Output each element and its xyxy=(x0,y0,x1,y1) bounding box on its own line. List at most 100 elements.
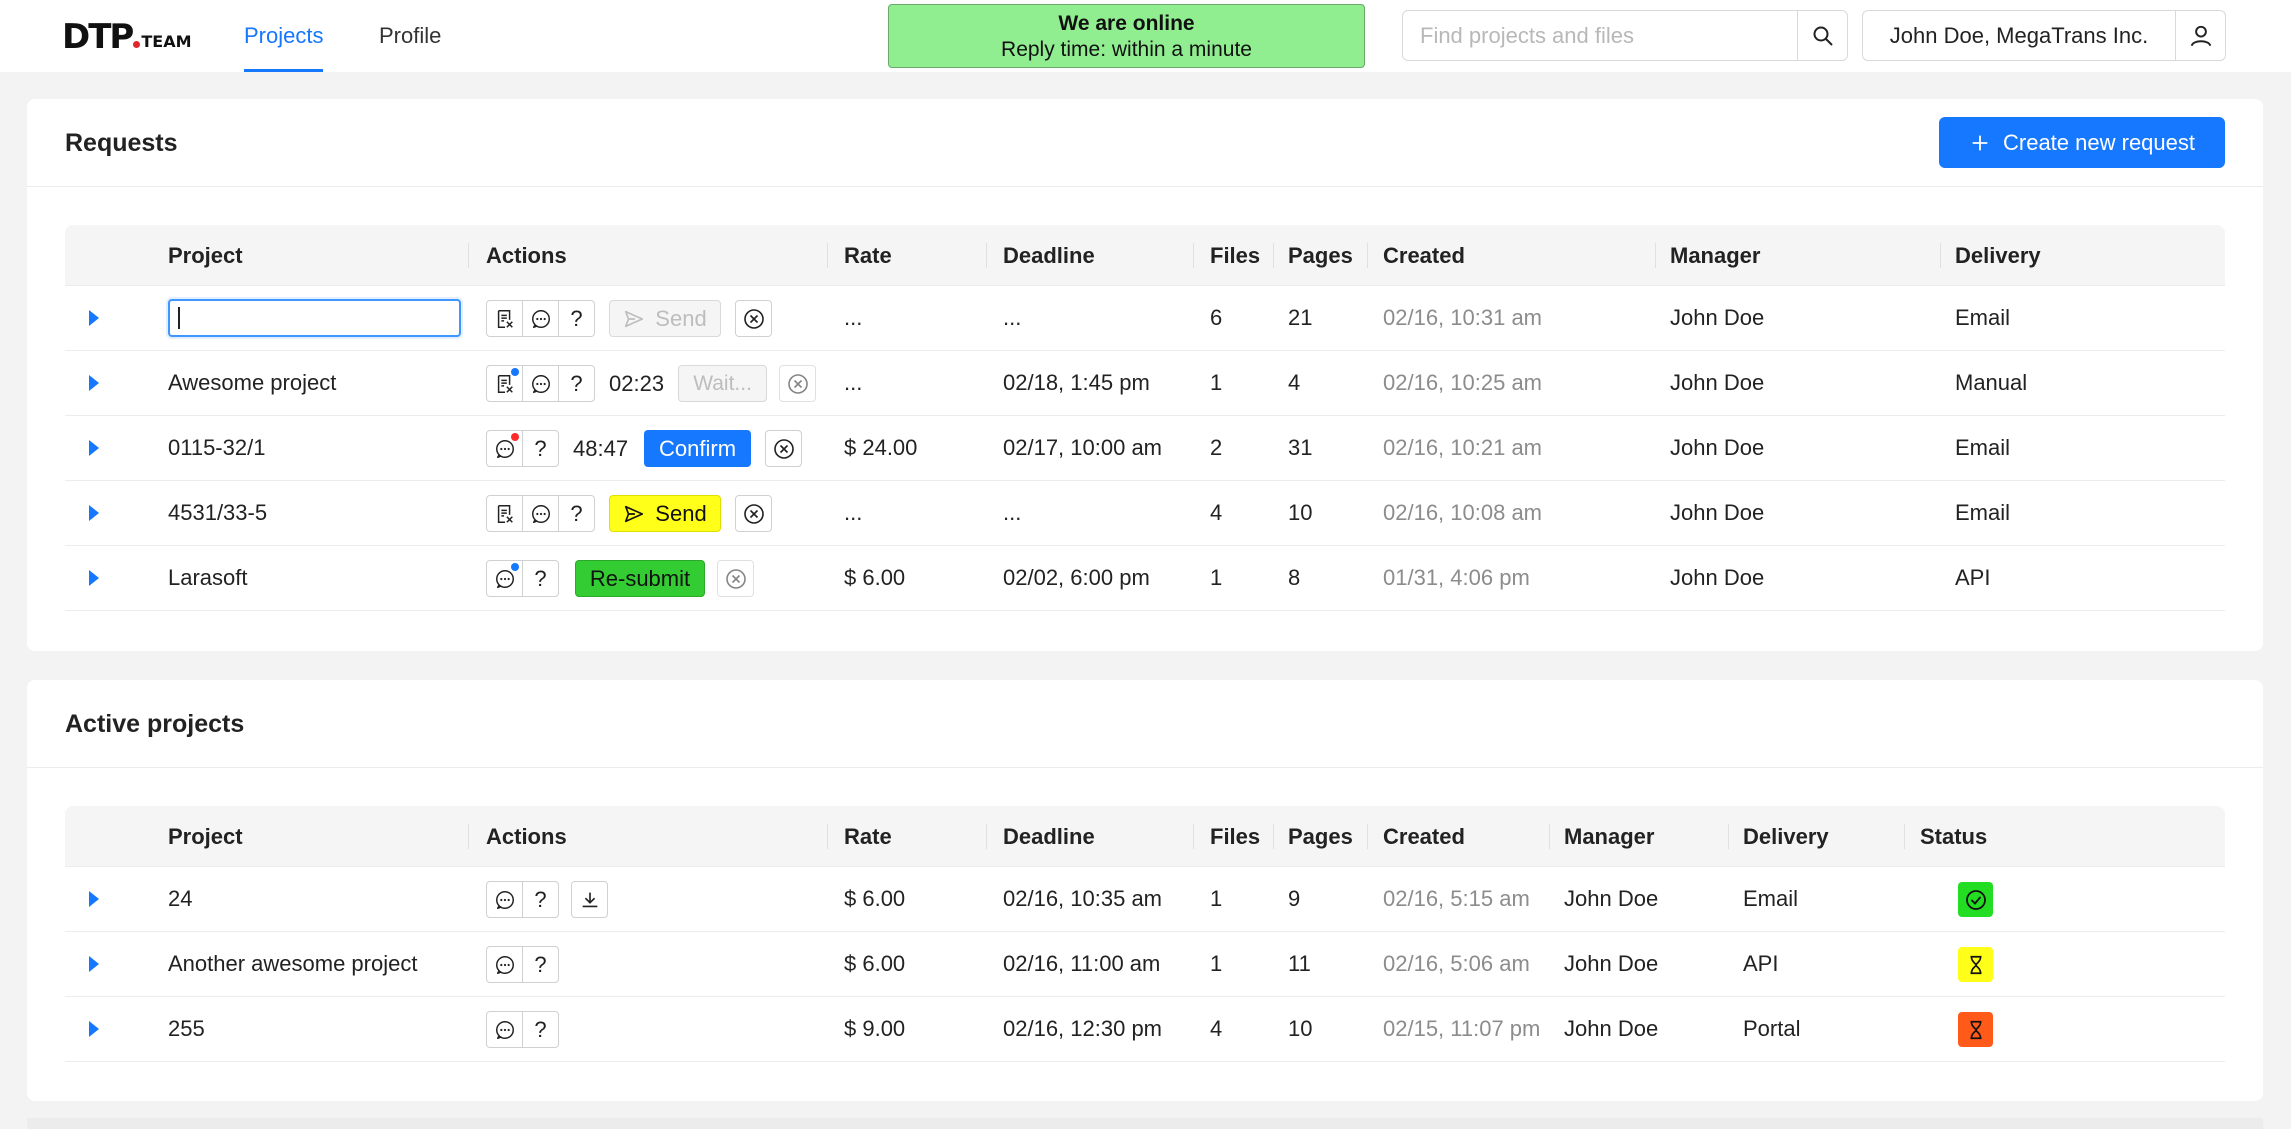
chat-button[interactable] xyxy=(522,300,559,337)
send-button[interactable]: Send xyxy=(609,495,721,532)
help-button[interactable]: ? xyxy=(522,881,559,918)
project-name[interactable]: Another awesome project xyxy=(168,932,417,996)
download-button[interactable] xyxy=(571,881,608,918)
chat-button[interactable] xyxy=(486,946,523,983)
pages-cell: 10 xyxy=(1288,1016,1313,1041)
user-name[interactable]: John Doe, MegaTrans Inc. xyxy=(1863,11,2175,60)
expand-row-icon[interactable] xyxy=(89,1021,99,1037)
confirm-button[interactable]: Confirm xyxy=(644,430,752,467)
hourglass-icon xyxy=(1965,954,1987,976)
row-actions: ? xyxy=(486,946,559,983)
row-actions: ? xyxy=(486,1011,559,1048)
chat-icon xyxy=(530,373,552,395)
chat-button[interactable] xyxy=(486,881,523,918)
chat-button[interactable] xyxy=(486,560,523,597)
expand-row-icon[interactable] xyxy=(89,440,99,456)
active-table-header: Project Actions Rate Deadline Files Page… xyxy=(65,806,2225,867)
action-icon-group: ? xyxy=(486,495,595,532)
logo[interactable]: DTP TEAM xyxy=(62,18,192,54)
cancel-button[interactable] xyxy=(735,495,772,532)
files-button[interactable] xyxy=(486,300,523,337)
expand-row-icon[interactable] xyxy=(89,891,99,907)
manager-cell: John Doe xyxy=(1670,565,1765,590)
action-icon-group: ? xyxy=(486,881,559,918)
requests-card-header: Requests Create new request xyxy=(27,99,2263,187)
document-icon xyxy=(494,373,516,395)
expand-row-icon[interactable] xyxy=(89,310,99,326)
resubmit-label: Re-submit xyxy=(589,565,691,591)
help-button[interactable]: ? xyxy=(558,365,595,402)
files-cell: 2 xyxy=(1210,435,1223,460)
delivery-cell: Email xyxy=(1743,886,1799,911)
pages-cell: 11 xyxy=(1288,951,1311,976)
cancel-button[interactable] xyxy=(735,300,772,337)
action-icon-group: ? xyxy=(486,1011,559,1048)
search-button[interactable] xyxy=(1797,11,1847,60)
cancel-button[interactable] xyxy=(779,365,817,402)
close-circle-icon xyxy=(742,502,766,526)
send-button[interactable]: Send xyxy=(609,300,721,337)
files-button[interactable] xyxy=(486,365,523,402)
col-divider xyxy=(1273,243,1274,268)
created-cell: 02/16, 10:31 am xyxy=(1383,305,1543,330)
chat-icon xyxy=(494,568,516,590)
help-button[interactable]: ? xyxy=(558,300,595,337)
resubmit-button[interactable]: Re-submit xyxy=(575,560,705,597)
col-project: Project xyxy=(168,243,243,268)
tab-projects[interactable]: Projects xyxy=(244,0,324,72)
project-name[interactable]: 24 xyxy=(168,867,192,931)
col-deadline: Deadline xyxy=(1003,824,1095,849)
project-name[interactable]: Awesome project xyxy=(168,351,336,415)
help-button[interactable]: ? xyxy=(522,1011,559,1048)
action-icon-group: ? xyxy=(486,365,595,402)
chat-button[interactable] xyxy=(486,430,523,467)
col-divider xyxy=(1273,824,1274,849)
deadline-cell: 02/02, 6:00 pm xyxy=(1003,565,1150,590)
deadline-cell: ... xyxy=(1003,500,1022,525)
close-circle-icon xyxy=(724,567,748,591)
expand-row-icon[interactable] xyxy=(89,570,99,586)
table-row: 0115-32/1 ? 48:47 Confirm $ 24.00 02/17,… xyxy=(65,416,2225,481)
help-button[interactable]: ? xyxy=(522,946,559,983)
help-button[interactable]: ? xyxy=(558,495,595,532)
user-menu: John Doe, MegaTrans Inc. xyxy=(1862,10,2226,61)
question-icon: ? xyxy=(534,435,547,461)
col-divider xyxy=(827,243,828,268)
cancel-button[interactable] xyxy=(765,430,803,467)
help-button[interactable]: ? xyxy=(522,560,559,597)
chat-button[interactable] xyxy=(486,1011,523,1048)
cancel-button[interactable] xyxy=(717,560,754,597)
project-name-input[interactable] xyxy=(168,299,461,337)
chat-button[interactable] xyxy=(522,365,559,402)
notification-dot xyxy=(511,563,519,571)
project-name[interactable]: 255 xyxy=(168,997,205,1061)
deadline-cell: ... xyxy=(1003,305,1022,330)
wait-button[interactable]: Wait... xyxy=(678,365,768,402)
created-cell: 02/16, 5:15 am xyxy=(1383,886,1530,911)
col-divider xyxy=(986,243,987,268)
help-button[interactable]: ? xyxy=(522,430,559,467)
delivery-cell: Manual xyxy=(1955,370,2028,395)
project-name[interactable]: 0115-32/1 xyxy=(168,416,265,480)
chat-button[interactable] xyxy=(522,495,559,532)
col-files: Files xyxy=(1210,824,1261,849)
create-request-label: Create new request xyxy=(2003,129,2195,155)
create-request-button[interactable]: Create new request xyxy=(1939,117,2225,168)
expand-row-icon[interactable] xyxy=(89,956,99,972)
tab-profile[interactable]: Profile xyxy=(379,0,441,72)
expand-row-icon[interactable] xyxy=(89,505,99,521)
delivery-cell: Portal xyxy=(1743,1016,1801,1041)
expand-row-icon[interactable] xyxy=(89,375,99,391)
table-row: Larasoft ? Re-submit $ 6.00 02/02, 6:00 … xyxy=(65,546,2225,611)
project-name[interactable]: 4531/33-5 xyxy=(168,481,267,545)
online-status-banner[interactable]: We are online Reply time: within a minut… xyxy=(888,4,1365,68)
created-cell: 02/15, 11:07 pm xyxy=(1383,1016,1541,1041)
col-divider xyxy=(1193,243,1194,268)
col-status: Status xyxy=(1920,824,1988,849)
search-input[interactable] xyxy=(1403,11,1797,60)
files-button[interactable] xyxy=(486,495,523,532)
col-actions: Actions xyxy=(486,243,567,268)
notification-dot xyxy=(511,368,519,376)
user-button[interactable] xyxy=(2175,11,2225,60)
project-name[interactable]: Larasoft xyxy=(168,546,248,610)
